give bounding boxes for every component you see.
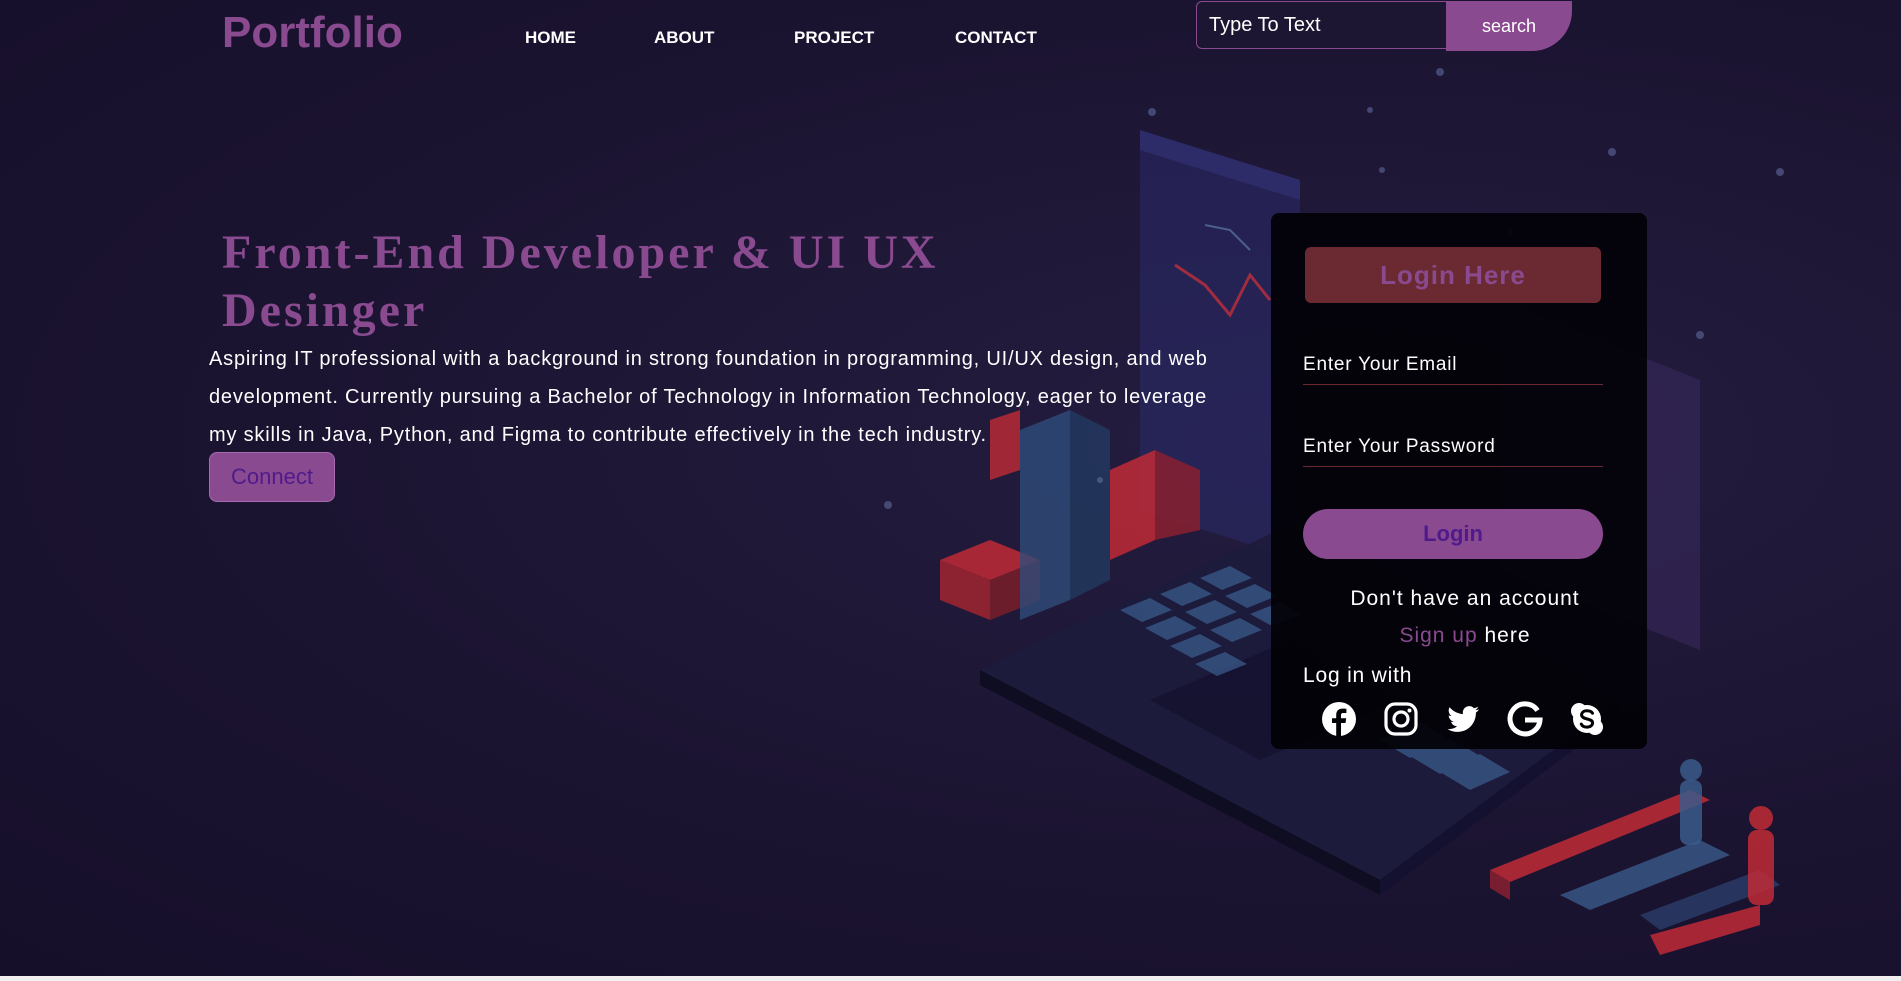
login-title: Login Here	[1305, 247, 1601, 303]
no-account-text: Don't have an account	[1350, 587, 1580, 610]
hero-headline: Front-End Developer & UI UX Desinger	[222, 226, 939, 337]
page-bottom-edge	[0, 976, 1901, 981]
twitter-icon[interactable]	[1445, 701, 1481, 737]
nav-contact[interactable]: CONTACT	[955, 28, 1037, 48]
search-bar: search	[1196, 1, 1572, 51]
facebook-icon[interactable]	[1321, 701, 1357, 737]
hero-about-text: Aspiring IT professional with a backgrou…	[209, 348, 1208, 446]
password-field[interactable]	[1303, 427, 1603, 467]
google-icon[interactable]	[1507, 701, 1543, 737]
signup-suffix: here	[1477, 624, 1531, 647]
instagram-icon[interactable]	[1383, 701, 1419, 737]
signup-link[interactable]: Sign up	[1399, 624, 1477, 647]
connect-button[interactable]: Connect	[209, 452, 335, 502]
site-logo[interactable]: Portfolio	[222, 8, 403, 58]
social-login-icons	[1321, 701, 1621, 737]
search-button[interactable]: search	[1446, 1, 1572, 51]
skype-icon[interactable]	[1569, 701, 1605, 737]
search-input[interactable]	[1196, 1, 1446, 49]
email-field[interactable]	[1303, 345, 1603, 385]
login-card: Login Here Login Don't have an account S…	[1271, 213, 1647, 749]
nav-home[interactable]: HOME	[525, 28, 576, 48]
signup-line: Sign up here	[1271, 624, 1647, 648]
nav-project[interactable]: PROJECT	[794, 28, 874, 48]
login-button[interactable]: Login	[1303, 509, 1603, 559]
nav-about[interactable]: ABOUT	[654, 28, 714, 48]
login-with-label: Log in with	[1303, 664, 1413, 687]
